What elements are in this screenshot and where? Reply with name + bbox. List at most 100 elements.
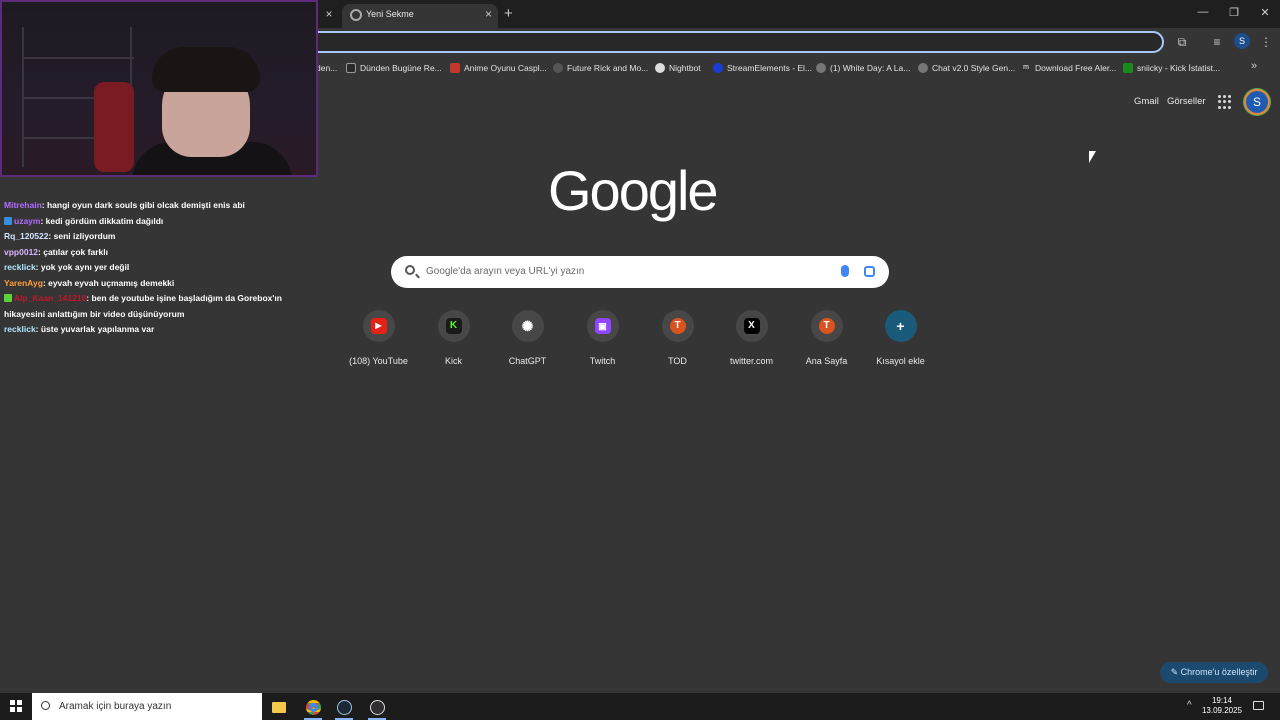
taskbar-search[interactable]: Aramak için buraya yazın xyxy=(32,693,262,720)
gmail-link[interactable]: Gmail xyxy=(1134,96,1159,107)
shortcut-label: Kick xyxy=(444,356,462,366)
extensions-icon[interactable]: ⧉ xyxy=(1174,34,1190,50)
chat-username: YarenAyg xyxy=(4,277,43,288)
shortcut-label: ChatGPT xyxy=(508,356,547,366)
file-explorer-icon[interactable] xyxy=(266,696,292,718)
shortcut-youtube[interactable]: ▶ (108) YouTube xyxy=(341,310,416,366)
shortcut-tod[interactable]: T TOD xyxy=(640,310,715,366)
minimize-button[interactable]: — xyxy=(1195,6,1211,18)
chat-username: Alp_Kaan_141216 xyxy=(14,293,87,303)
avatar[interactable]: S xyxy=(1244,89,1270,115)
shortcut-chatgpt[interactable]: ✺ ChatGPT xyxy=(490,310,565,366)
chat-username: recklick xyxy=(4,324,36,334)
bookmark-label: Anime Oyunu Caspl... xyxy=(464,63,547,73)
bookmark-label: Future Rick and Mo... xyxy=(567,63,649,73)
steam-icon[interactable] xyxy=(331,696,357,720)
stream-chat: Mitrehain: hangi oyun dark souls gibi ol… xyxy=(4,198,320,338)
windows-start-icon[interactable] xyxy=(10,700,22,712)
taskbar: Aramak için buraya yazın ^ 19:14 13.09.2… xyxy=(0,693,1280,720)
bookmark-item[interactable]: Chat v2.0 Style Gen... xyxy=(918,61,1015,75)
shortcut-label: Ana Sayfa xyxy=(805,356,848,366)
kick-icon xyxy=(1123,63,1133,73)
shortcut-tile: + xyxy=(884,310,917,342)
x-icon: X xyxy=(743,318,760,334)
twitch-icon: ▣ xyxy=(594,318,611,334)
m-icon: m xyxy=(1021,63,1031,73)
robot-icon xyxy=(655,63,665,73)
shortcut-twitch[interactable]: ▣ Twitch xyxy=(565,310,640,366)
bookmark-item[interactable]: StreamElements - El... xyxy=(713,61,812,75)
google-lens-icon[interactable] xyxy=(864,266,875,277)
chat-badge-icon xyxy=(4,216,12,225)
taskbar-clock[interactable]: 19:14 13.09.2025 xyxy=(1200,696,1244,716)
bookmark-item[interactable]: (1) White Day: A La... xyxy=(816,61,910,75)
taskbar-search-input[interactable]: Aramak için buraya yazın xyxy=(59,701,171,712)
bookmark-item[interactable]: m Download Free Aler... xyxy=(1021,61,1116,75)
google-apps-icon[interactable] xyxy=(1218,95,1232,109)
search-input[interactable]: Google'da arayın veya URL'yi yazın xyxy=(426,266,584,277)
bookmark-label: Download Free Aler... xyxy=(1035,63,1117,73)
tab-new-tab[interactable]: Yeni Sekme × xyxy=(342,4,498,28)
globe-icon xyxy=(918,63,928,73)
google-logo: Google xyxy=(548,159,719,222)
bookmark-label: (1) White Day: A La... xyxy=(830,63,911,73)
chat-message: Alp_Kaan_141216: ben de youtube işine ba… xyxy=(4,291,320,322)
chat-text: : çatılar çok farklı xyxy=(38,246,108,257)
shortcut-tile: X xyxy=(735,310,768,342)
kick-icon: K xyxy=(445,318,462,334)
chat-username: uzaym xyxy=(14,215,41,226)
chrome-icon[interactable] xyxy=(300,696,326,720)
tray-chevron-icon[interactable]: ^ xyxy=(1187,700,1192,711)
chatgpt-icon: ✺ xyxy=(521,318,534,334)
chat-text: : kedi gördüm dikkatim dağıldı xyxy=(40,215,164,226)
bookmark-label: StreamElements - El... xyxy=(727,63,813,73)
bookmark-label: sniicky - Kick İstatist... xyxy=(1137,63,1221,73)
shortcut-tile: ✺ xyxy=(511,310,544,342)
shortcut-twitter[interactable]: X twitter.com xyxy=(714,310,789,366)
shortcut-label: TOD xyxy=(668,356,687,366)
media-controls-icon[interactable]: ≡ xyxy=(1209,34,1225,50)
bookmark-label: Dünden Bugüne Re... xyxy=(360,63,442,73)
chat-username: Rq_120522 xyxy=(4,231,49,241)
clock-time: 19:14 xyxy=(1211,696,1233,705)
bookmark-item[interactable]: Anime Oyunu Caspl... xyxy=(450,61,547,75)
images-link[interactable]: Görseller xyxy=(1167,96,1206,107)
microphone-icon[interactable] xyxy=(841,265,849,277)
chat-message: recklick: üste yuvarlak yapılanma var xyxy=(4,322,320,338)
bookmark-label: den... xyxy=(316,63,338,73)
tab-close-icon[interactable]: × xyxy=(485,7,492,21)
shortcut-tile: K xyxy=(437,310,470,342)
bookmark-item[interactable]: Dünden Bugüne Re... xyxy=(346,61,442,75)
bookmark-item[interactable]: den... xyxy=(316,61,337,75)
bookmark-item[interactable]: Future Rick and Mo... xyxy=(553,61,648,75)
shortcut-label: Kısayol ekle xyxy=(876,356,925,366)
notification-icon[interactable] xyxy=(1253,701,1264,710)
shortcut-ana-sayfa[interactable]: T Ana Sayfa xyxy=(789,310,864,366)
new-tab-button[interactable]: + xyxy=(504,5,513,22)
bookmark-item[interactable]: sniicky - Kick İstatist... xyxy=(1123,61,1220,75)
tab-close-icon[interactable]: × xyxy=(322,7,336,21)
add-shortcut-button[interactable]: + Kısayol ekle xyxy=(863,310,938,366)
chat-message: vpp0012: çatılar çok farklı xyxy=(4,245,320,261)
restore-button[interactable]: ❐ xyxy=(1226,6,1242,19)
close-window-button[interactable]: ✕ xyxy=(1257,6,1273,19)
shortcut-label: Twitch xyxy=(589,356,616,366)
menu-icon[interactable]: ⋮ xyxy=(1258,34,1274,50)
chat-text: : yok yok aynı yer değil xyxy=(35,262,130,272)
obs-icon[interactable] xyxy=(364,696,390,720)
plus-icon: + xyxy=(896,318,905,334)
shortcut-tile: ▶ xyxy=(362,310,395,342)
customize-chrome-button[interactable]: ✎ Chrome'u özelleştir xyxy=(1160,662,1268,683)
bookmark-label: Chat v2.0 Style Gen... xyxy=(932,63,1016,73)
shield-icon xyxy=(450,63,460,73)
mouse-cursor-icon xyxy=(1089,151,1096,163)
search-box[interactable]: Google'da arayın veya URL'yi yazın xyxy=(391,256,889,288)
bookmarks-overflow-icon[interactable]: » xyxy=(1251,60,1257,72)
bookmark-item[interactable]: Nightbot xyxy=(655,61,701,75)
shortcut-kick[interactable]: K Kick xyxy=(416,310,491,366)
youtube-icon: ▶ xyxy=(370,318,387,334)
shortcut-label: (108) YouTube xyxy=(349,356,408,366)
shortcut-label: twitter.com xyxy=(729,356,773,366)
profile-button[interactable]: S xyxy=(1234,33,1250,49)
address-bar[interactable] xyxy=(300,31,1164,53)
